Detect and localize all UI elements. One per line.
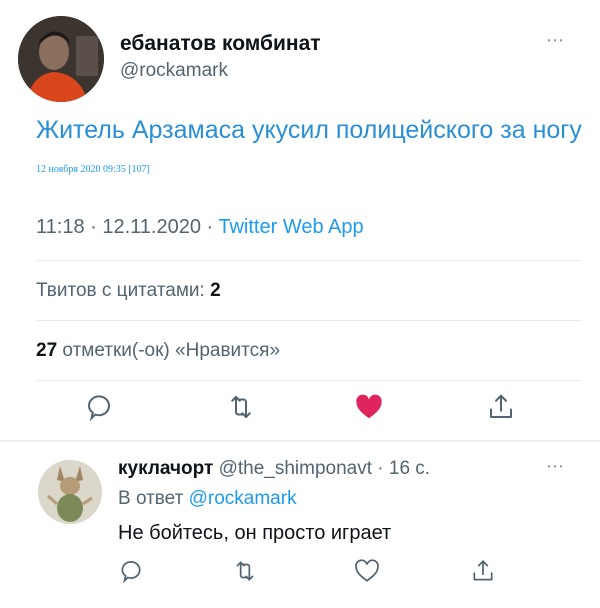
like-button[interactable] bbox=[352, 392, 386, 426]
reply-author-avatar[interactable] bbox=[38, 460, 102, 524]
author-avatar[interactable] bbox=[18, 16, 104, 102]
tweet-caption: 12 ноября 2020 09:35 [107] bbox=[36, 164, 150, 175]
comment-icon bbox=[84, 392, 114, 427]
quote-tweets-count[interactable]: Твитов с цитатами: 2 bbox=[36, 280, 221, 302]
share-icon bbox=[470, 558, 496, 589]
main-tweet: ебанатов комбинат @rockamark ⋯ Житель Ар… bbox=[0, 0, 600, 440]
reply-comment-button[interactable] bbox=[114, 556, 148, 590]
likes-label: отметки(-ок) «Нравится» bbox=[57, 340, 281, 361]
quotes-number: 2 bbox=[210, 280, 221, 301]
author-handle[interactable]: @rockamark bbox=[120, 60, 228, 82]
source-app-link[interactable]: Twitter Web App bbox=[218, 216, 363, 238]
timestamp-text[interactable]: 11:18 · 12.11.2020 · bbox=[36, 216, 218, 238]
more-options-icon[interactable]: ⋯ bbox=[546, 30, 565, 51]
reply-retweet-button[interactable] bbox=[228, 556, 262, 590]
reply-age: · 16 с. bbox=[372, 458, 431, 479]
likes-number: 27 bbox=[36, 340, 58, 361]
share-button[interactable] bbox=[484, 392, 518, 426]
reply-like-button[interactable] bbox=[350, 556, 384, 590]
divider bbox=[36, 380, 582, 381]
tweet-text: Житель Арзамаса укусил полицейского за н… bbox=[36, 116, 582, 144]
reply-tweet[interactable]: куклачорт @the_shimponavt · 16 с. ⋯ В от… bbox=[0, 442, 600, 608]
author-name[interactable]: ебанатов комбинат bbox=[120, 32, 321, 56]
replying-to: В ответ @rockamark bbox=[118, 488, 297, 510]
quotes-label: Твитов с цитатами: bbox=[36, 280, 211, 301]
replying-to-label: В ответ bbox=[118, 488, 189, 509]
divider bbox=[36, 260, 582, 261]
reply-author-handle[interactable]: @the_shimponavt bbox=[219, 458, 372, 479]
retweet-icon bbox=[232, 558, 258, 589]
heart-icon bbox=[354, 558, 380, 589]
likes-count[interactable]: 27 отметки(-ок) «Нравится» bbox=[36, 340, 280, 362]
retweet-button[interactable] bbox=[224, 392, 258, 426]
comment-icon bbox=[118, 558, 144, 589]
reply-button[interactable] bbox=[82, 392, 116, 426]
share-icon bbox=[486, 392, 516, 427]
reply-share-button[interactable] bbox=[466, 556, 500, 590]
reply-text: Не бойтесь, он просто играет bbox=[118, 522, 392, 544]
reply-author-name[interactable]: куклачорт bbox=[118, 458, 213, 479]
replying-to-handle[interactable]: @rockamark bbox=[189, 488, 297, 509]
retweet-icon bbox=[226, 392, 256, 427]
tweet-timestamp: 11:18 · 12.11.2020 · Twitter Web App bbox=[36, 216, 364, 239]
reply-more-options-icon[interactable]: ⋯ bbox=[546, 456, 565, 477]
reply-header: куклачорт @the_shimponavt · 16 с. bbox=[118, 458, 430, 480]
heart-filled-icon bbox=[354, 392, 384, 427]
divider bbox=[36, 320, 582, 321]
